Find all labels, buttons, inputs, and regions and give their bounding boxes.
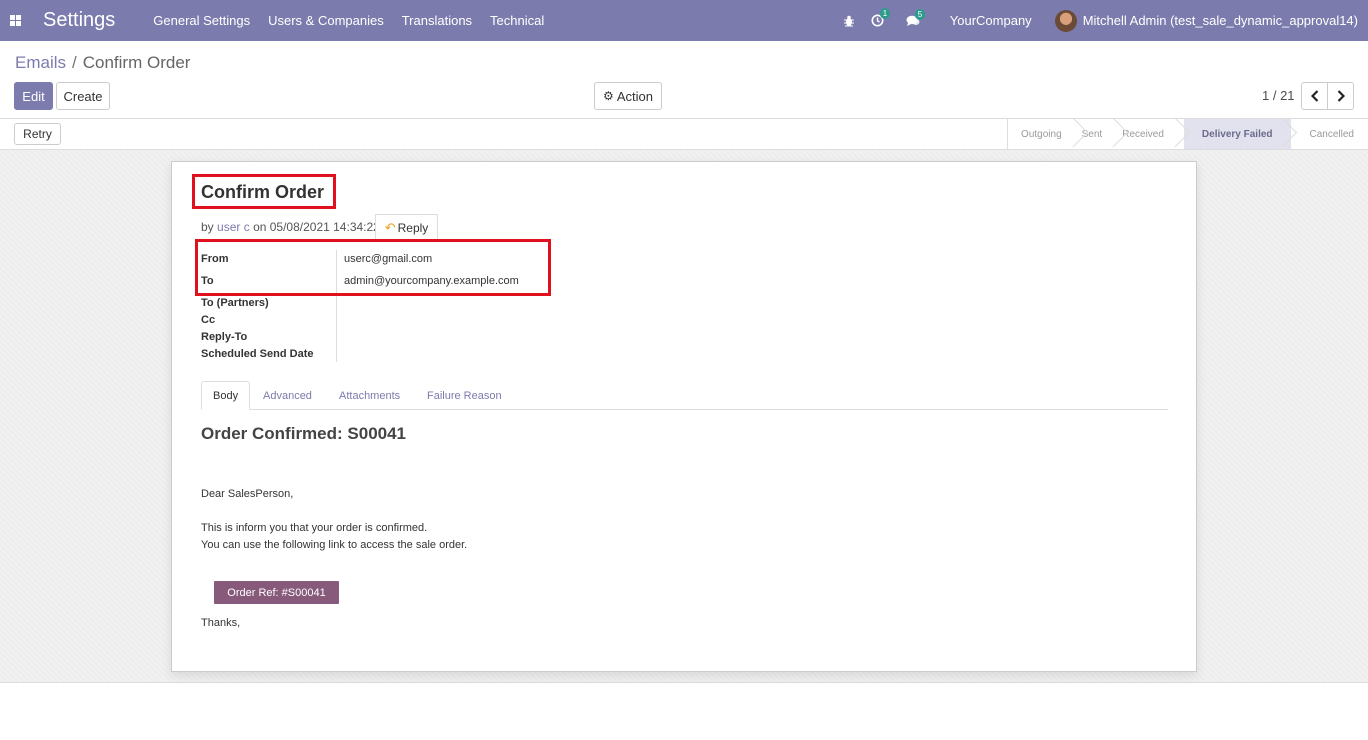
- menu-general-settings[interactable]: General Settings: [153, 13, 250, 28]
- chevron-right-icon: [1337, 90, 1345, 102]
- tab-attachments[interactable]: Attachments: [328, 381, 411, 410]
- breadcrumb: Emails / Confirm Order: [15, 53, 190, 73]
- top-navbar: Settings General Settings Users & Compan…: [0, 0, 1368, 41]
- user-avatar[interactable]: [1054, 9, 1077, 32]
- apps-menu-icon[interactable]: [0, 0, 30, 41]
- tab-advanced[interactable]: Advanced: [252, 381, 323, 410]
- menu-users-companies[interactable]: Users & Companies: [268, 13, 384, 28]
- status-outgoing[interactable]: Outgoing: [1008, 119, 1082, 149]
- pager-next-button[interactable]: [1327, 82, 1354, 110]
- breadcrumb-current: Confirm Order: [82, 53, 191, 72]
- meta-date: on 05/08/2021 14:34:22: [253, 220, 380, 234]
- meta-by: by: [201, 220, 214, 234]
- status-sent[interactable]: Sent: [1082, 119, 1123, 149]
- breadcrumb-emails-link[interactable]: Emails: [15, 53, 66, 72]
- action-button[interactable]: ⚙ Action: [594, 82, 662, 110]
- pager-counter[interactable]: 1 / 21: [1262, 88, 1295, 103]
- chevron-left-icon: [1310, 90, 1318, 102]
- activity-clock-icon[interactable]: 1: [871, 8, 891, 27]
- author-link[interactable]: user c: [217, 220, 250, 234]
- create-button[interactable]: Create: [56, 82, 110, 110]
- messages-badge: 5: [914, 8, 926, 20]
- pager-previous-button[interactable]: [1301, 82, 1328, 110]
- cc-label: Cc: [201, 314, 216, 326]
- status-delivery-failed: Delivery Failed: [1183, 119, 1291, 149]
- email-meta: by user c on 05/08/2021 14:34:22: [201, 220, 380, 234]
- activity-badge: 1: [879, 8, 891, 19]
- reply-to-label: Reply-To: [201, 331, 248, 343]
- gear-icon: ⚙: [603, 89, 614, 103]
- edit-button[interactable]: Edit: [14, 82, 53, 110]
- body-closing: Thanks,: [201, 617, 241, 629]
- body-heading: Order Confirmed: S00041: [201, 424, 407, 443]
- status-cancelled[interactable]: Cancelled: [1291, 119, 1368, 149]
- app-title: Settings: [43, 9, 116, 31]
- debug-bug-icon[interactable]: [843, 15, 855, 27]
- user-menu[interactable]: Mitchell Admin (test_sale_dynamic_approv…: [1083, 13, 1358, 28]
- breadcrumb-separator: /: [72, 53, 77, 72]
- menu-technical[interactable]: Technical: [490, 13, 544, 28]
- order-ref-button[interactable]: Order Ref: #S00041: [214, 581, 339, 604]
- menu-translations[interactable]: Translations: [402, 13, 472, 28]
- highlight-box-from-to: [195, 239, 551, 296]
- messages-chat-icon[interactable]: 5: [906, 8, 926, 27]
- reply-button[interactable]: ↶ Reply: [375, 214, 438, 241]
- body-line-1: This is inform you that your order is co…: [201, 522, 428, 534]
- retry-button[interactable]: Retry: [14, 123, 61, 145]
- to-partners-label: To (Partners): [201, 297, 269, 309]
- form-statusbar: Retry Outgoing Sent Received Delivery Fa…: [0, 119, 1368, 150]
- status-received[interactable]: Received: [1122, 119, 1184, 149]
- body-line-2: You can use the following link to access…: [201, 539, 468, 551]
- action-label: Action: [616, 88, 653, 104]
- tab-failure-reason[interactable]: Failure Reason: [416, 381, 513, 410]
- status-steps: Outgoing Sent Received Delivery Failed C…: [1007, 119, 1368, 149]
- company-switcher[interactable]: YourCompany: [950, 13, 1032, 28]
- highlight-box-title: [192, 174, 336, 209]
- reply-arrow-icon: ↶: [384, 219, 396, 235]
- scheduled-send-date-label: Scheduled Send Date: [201, 348, 314, 360]
- tab-body[interactable]: Body: [201, 381, 251, 410]
- body-greeting: Dear SalesPerson,: [201, 488, 294, 500]
- reply-label: Reply: [397, 220, 429, 235]
